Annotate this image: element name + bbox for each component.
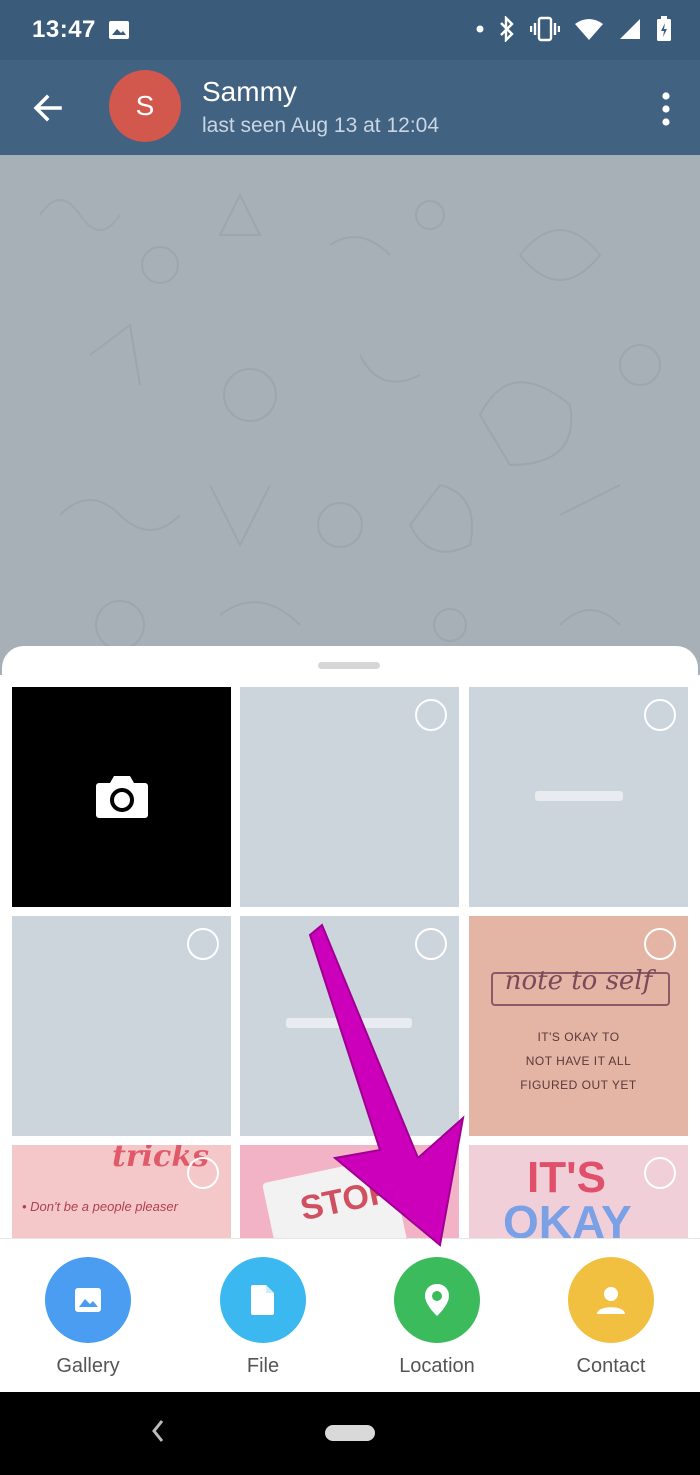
tricks-line: • Don't be a people pleaser [22, 1199, 178, 1214]
file-label: File [246, 1355, 280, 1377]
back-arrow-icon[interactable] [28, 88, 68, 128]
last-seen-status: last seen Aug 13 at 12:04 [202, 114, 440, 137]
avatar[interactable]: S [109, 70, 181, 142]
nav-back-icon[interactable] [148, 1416, 168, 1446]
person-icon [597, 1287, 625, 1314]
select-circle[interactable] [415, 928, 447, 960]
select-circle[interactable] [415, 1157, 447, 1189]
dot-icon [476, 25, 484, 33]
select-circle[interactable] [644, 699, 676, 731]
gallery-circle[interactable] [45, 1257, 131, 1343]
system-nav-bar [0, 1392, 700, 1475]
photo-text-bar [535, 791, 623, 801]
location-label: Location [399, 1355, 475, 1377]
location-button[interactable]: Location [377, 1257, 497, 1378]
gallery-photo-note[interactable]: note to self IT'S OKAY TO NOT HAVE IT AL… [469, 916, 688, 1136]
location-circle[interactable] [394, 1257, 480, 1343]
image-notification-icon [109, 21, 129, 39]
wifi-icon [575, 19, 603, 40]
chat-header: S Sammy last seen Aug 13 at 12:04 [0, 60, 700, 155]
image-icon [75, 1288, 101, 1312]
note-line: NOT HAVE IT ALL [525, 1054, 632, 1068]
sheet-drag-handle[interactable] [318, 662, 380, 669]
contact-circle[interactable] [568, 1257, 654, 1343]
attachment-actions: Gallery File Location Contact [0, 1238, 700, 1393]
nav-home-pill[interactable] [325, 1425, 375, 1441]
select-circle[interactable] [644, 928, 676, 960]
signal-icon [620, 19, 640, 39]
contact-label: Contact [576, 1355, 646, 1377]
gallery-photo[interactable] [469, 687, 688, 907]
battery-icon [657, 16, 671, 41]
gallery-photo[interactable] [240, 687, 459, 907]
note-line: FIGURED OUT YET [520, 1078, 637, 1092]
select-circle[interactable] [644, 1157, 676, 1189]
bluetooth-icon [500, 16, 514, 42]
location-pin-icon [425, 1284, 449, 1316]
chat-background [0, 155, 700, 675]
gallery-button[interactable]: Gallery [28, 1257, 148, 1378]
camera-icon [96, 776, 148, 818]
note-line: IT'S OKAY TO [537, 1030, 620, 1044]
select-circle[interactable] [415, 699, 447, 731]
file-icon [251, 1285, 274, 1315]
select-circle[interactable] [187, 1157, 219, 1189]
note-title: note to self [504, 966, 653, 996]
gallery-photo[interactable] [12, 916, 231, 1136]
gallery-label: Gallery [56, 1355, 120, 1377]
status-bar: 13:47 [0, 0, 700, 60]
contact-name[interactable]: Sammy [202, 76, 297, 108]
file-button[interactable]: File [203, 1257, 323, 1378]
select-circle[interactable] [187, 928, 219, 960]
file-circle[interactable] [220, 1257, 306, 1343]
contact-button[interactable]: Contact [551, 1257, 671, 1378]
clock: 13:47 [32, 16, 96, 43]
more-options-icon[interactable] [662, 92, 670, 126]
camera-tile[interactable] [12, 687, 231, 907]
photo-text-bar [286, 1018, 412, 1028]
doodle-pattern [39, 192, 661, 650]
gallery-photo[interactable] [240, 916, 459, 1136]
vibrate-icon [530, 16, 560, 42]
